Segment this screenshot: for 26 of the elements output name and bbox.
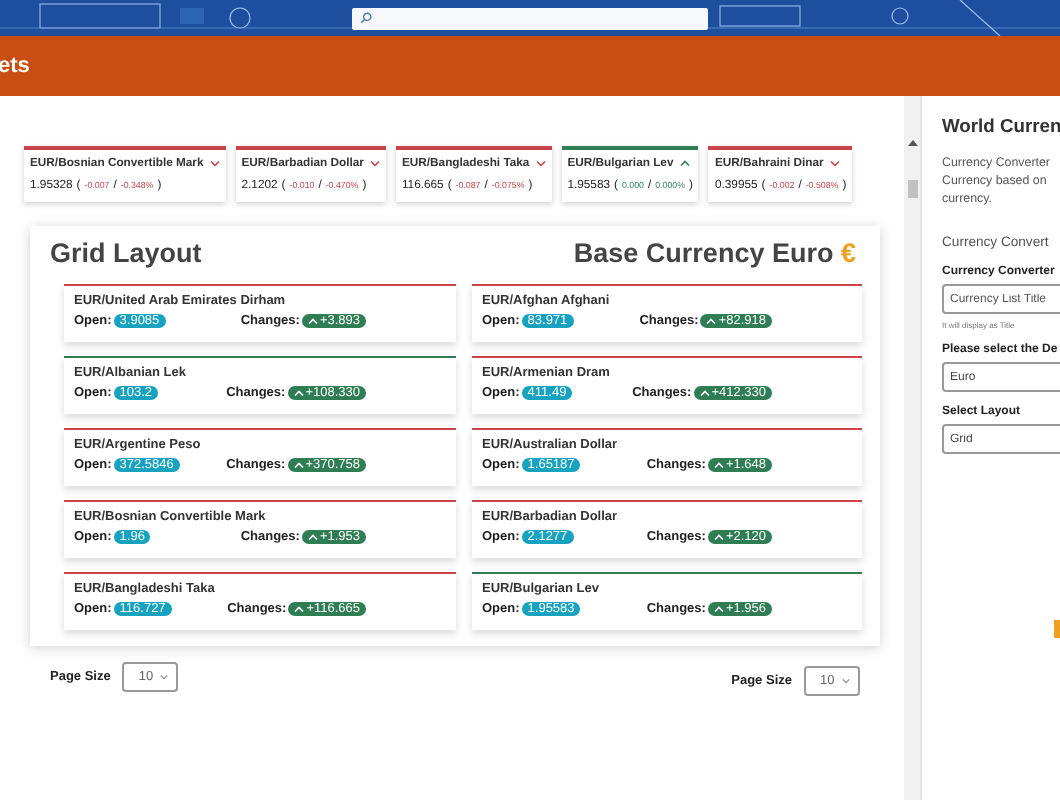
chevron-down-icon [160,673,169,679]
base-currency-title: Base Currency Euro € [573,237,856,267]
chevron-down-icon [535,159,546,167]
chevron-up-icon [294,605,305,613]
chevron-up-icon [307,533,318,541]
chevron-down-icon [842,677,850,683]
scroll-thumb[interactable] [907,180,917,198]
chevron-down-icon [209,159,220,167]
chevron-up-icon [293,389,304,397]
scrollbar[interactable] [904,96,920,800]
search-field[interactable] [352,7,708,29]
chevron-up-icon [713,533,724,541]
chevron-up-icon [679,159,690,167]
chevron-up-icon [293,461,304,469]
search-icon [360,12,372,24]
chevron-up-icon [307,317,318,325]
chevron-up-icon [706,317,717,325]
grid-title: Grid Layout [50,237,202,267]
chevron-down-icon [829,159,840,167]
chevron-up-icon [713,605,724,613]
panel-title: World Curren [942,114,1060,136]
accent-mark [1054,620,1060,638]
chevron-up-icon [713,461,724,469]
chevron-down-icon [369,159,380,167]
chevron-up-icon [699,389,710,397]
scroll-up-icon[interactable] [907,140,917,146]
